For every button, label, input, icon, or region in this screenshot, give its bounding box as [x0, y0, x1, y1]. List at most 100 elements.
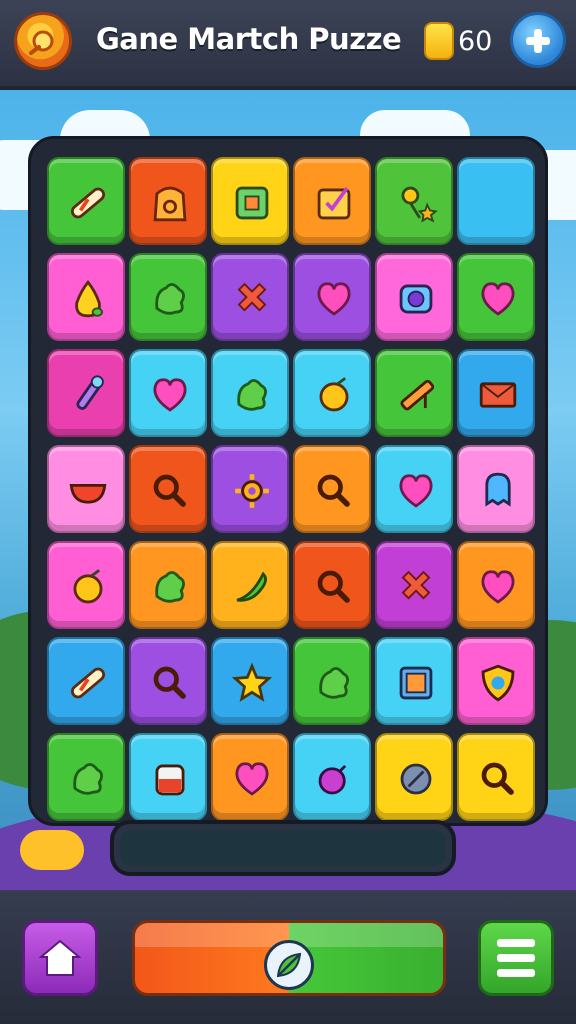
- heart-icon: [481, 570, 515, 604]
- gear-icon: [235, 474, 269, 508]
- coin-icon: [424, 22, 454, 60]
- tile-r6-c5[interactable]: [375, 637, 453, 725]
- tile-r4-c6[interactable]: [457, 445, 535, 533]
- menu-button[interactable]: [478, 920, 554, 996]
- square-box-icon: [235, 186, 269, 220]
- tile-r7-c3[interactable]: [211, 733, 289, 821]
- fruit-icon: [73, 569, 103, 604]
- tile-r3-c4[interactable]: [293, 349, 371, 437]
- tile-r1-c6[interactable]: [457, 157, 535, 245]
- tile-r2-c3[interactable]: [211, 253, 289, 341]
- tile-r6-c2[interactable]: [129, 637, 207, 725]
- home-icon: [38, 939, 82, 976]
- level-progress-fill: [120, 830, 446, 866]
- home-button[interactable]: [22, 920, 98, 996]
- tile-r5-c1[interactable]: [47, 541, 125, 629]
- tile-r1-c2[interactable]: [129, 157, 207, 245]
- tile-r2-c1[interactable]: [47, 253, 125, 341]
- add-coins-button[interactable]: [510, 12, 566, 68]
- play-leaf-icon[interactable]: [264, 940, 314, 990]
- cross-icon: [237, 282, 267, 312]
- level-progress-bar: [110, 820, 456, 876]
- flower-star-icon: [401, 186, 438, 223]
- bag-icon: [153, 186, 187, 222]
- tile-r2-c5[interactable]: [375, 253, 453, 341]
- tile-r4-c2[interactable]: [129, 445, 207, 533]
- heart-icon: [399, 474, 433, 508]
- tile-r4-c4[interactable]: [293, 445, 371, 533]
- star-icon: [231, 662, 273, 702]
- chili-icon: [236, 571, 267, 602]
- jar-icon: [155, 764, 185, 796]
- bomb-icon: [318, 764, 347, 795]
- tile-r1-c4[interactable]: [293, 157, 371, 245]
- tile-r7-c4[interactable]: [293, 733, 371, 821]
- heart-icon: [235, 762, 269, 796]
- leaf-blob-icon: [155, 571, 185, 603]
- coin-count: 60: [458, 26, 493, 57]
- blank-icon: [470, 173, 526, 233]
- frame-icon: [399, 666, 433, 700]
- tile-r5-c6[interactable]: [457, 541, 535, 629]
- menu-icon-line: [497, 954, 535, 962]
- tile-r5-c2[interactable]: [129, 541, 207, 629]
- tile-r7-c1[interactable]: [47, 733, 125, 821]
- tile-r6-c3[interactable]: [211, 637, 289, 725]
- shield-icon: [481, 664, 515, 702]
- magnifier-icon: [153, 666, 186, 699]
- tile-r6-c4[interactable]: [293, 637, 371, 725]
- tile-r3-c6[interactable]: [457, 349, 535, 437]
- tile-r6-c1[interactable]: [47, 637, 125, 725]
- game-scene: [0, 90, 576, 890]
- bowl-icon: [69, 484, 107, 504]
- tile-r1-c5[interactable]: [375, 157, 453, 245]
- menu-icon-line: [497, 969, 535, 977]
- leaf-blob-icon: [73, 763, 103, 795]
- tile-r4-c5[interactable]: [375, 445, 453, 533]
- tile-r5-c4[interactable]: [293, 541, 371, 629]
- tile-r5-c3[interactable]: [211, 541, 289, 629]
- tile-r3-c2[interactable]: [129, 349, 207, 437]
- tile-r3-c3[interactable]: [211, 349, 289, 437]
- gem-frame-icon: [399, 284, 433, 314]
- tile-r6-c6[interactable]: [457, 637, 535, 725]
- leaf-blob-icon: [319, 667, 349, 699]
- magnifier-icon: [153, 474, 186, 507]
- magnifier-icon: [317, 474, 350, 507]
- envelope-icon: [479, 382, 517, 408]
- tile-r5-c5[interactable]: [375, 541, 453, 629]
- magnifier-icon: [481, 762, 514, 795]
- pear-icon: [75, 279, 103, 318]
- tile-r1-c1[interactable]: [47, 157, 125, 245]
- tile-r2-c4[interactable]: [293, 253, 371, 341]
- heart-icon: [481, 282, 515, 316]
- tile-r3-c5[interactable]: [375, 349, 453, 437]
- tile-r3-c1[interactable]: [47, 349, 125, 437]
- tile-r4-c1[interactable]: [47, 445, 125, 533]
- game-title: Gane Martch Puzze: [96, 22, 402, 56]
- cross-icon: [401, 570, 431, 600]
- sun-badge-icon[interactable]: [14, 12, 72, 70]
- menu-icon: [497, 939, 535, 947]
- tile-r7-c2[interactable]: [129, 733, 207, 821]
- coin-disc-icon: [400, 763, 432, 795]
- magnifier-icon: [317, 570, 350, 603]
- heart-icon: [153, 378, 187, 412]
- leaf-blob-icon: [237, 379, 267, 411]
- tile-r7-c6[interactable]: [457, 733, 535, 821]
- checkbox-icon: [317, 186, 351, 220]
- candy-stick-icon: [70, 187, 106, 219]
- top-bar: Gane Martch Puzze 60: [0, 0, 576, 90]
- leaf-blob-icon: [155, 283, 185, 315]
- fruit-icon: [319, 377, 349, 412]
- coin-pile: [20, 830, 84, 870]
- ghost-icon: [485, 472, 511, 507]
- candy-stick-icon: [70, 667, 106, 699]
- tile-r2-c6[interactable]: [457, 253, 535, 341]
- tile-r7-c5[interactable]: [375, 733, 453, 821]
- pipette-icon: [76, 375, 104, 410]
- tile-r2-c2[interactable]: [129, 253, 207, 341]
- tile-r4-c3[interactable]: [211, 445, 289, 533]
- heart-icon: [317, 282, 351, 316]
- tile-r1-c3[interactable]: [211, 157, 289, 245]
